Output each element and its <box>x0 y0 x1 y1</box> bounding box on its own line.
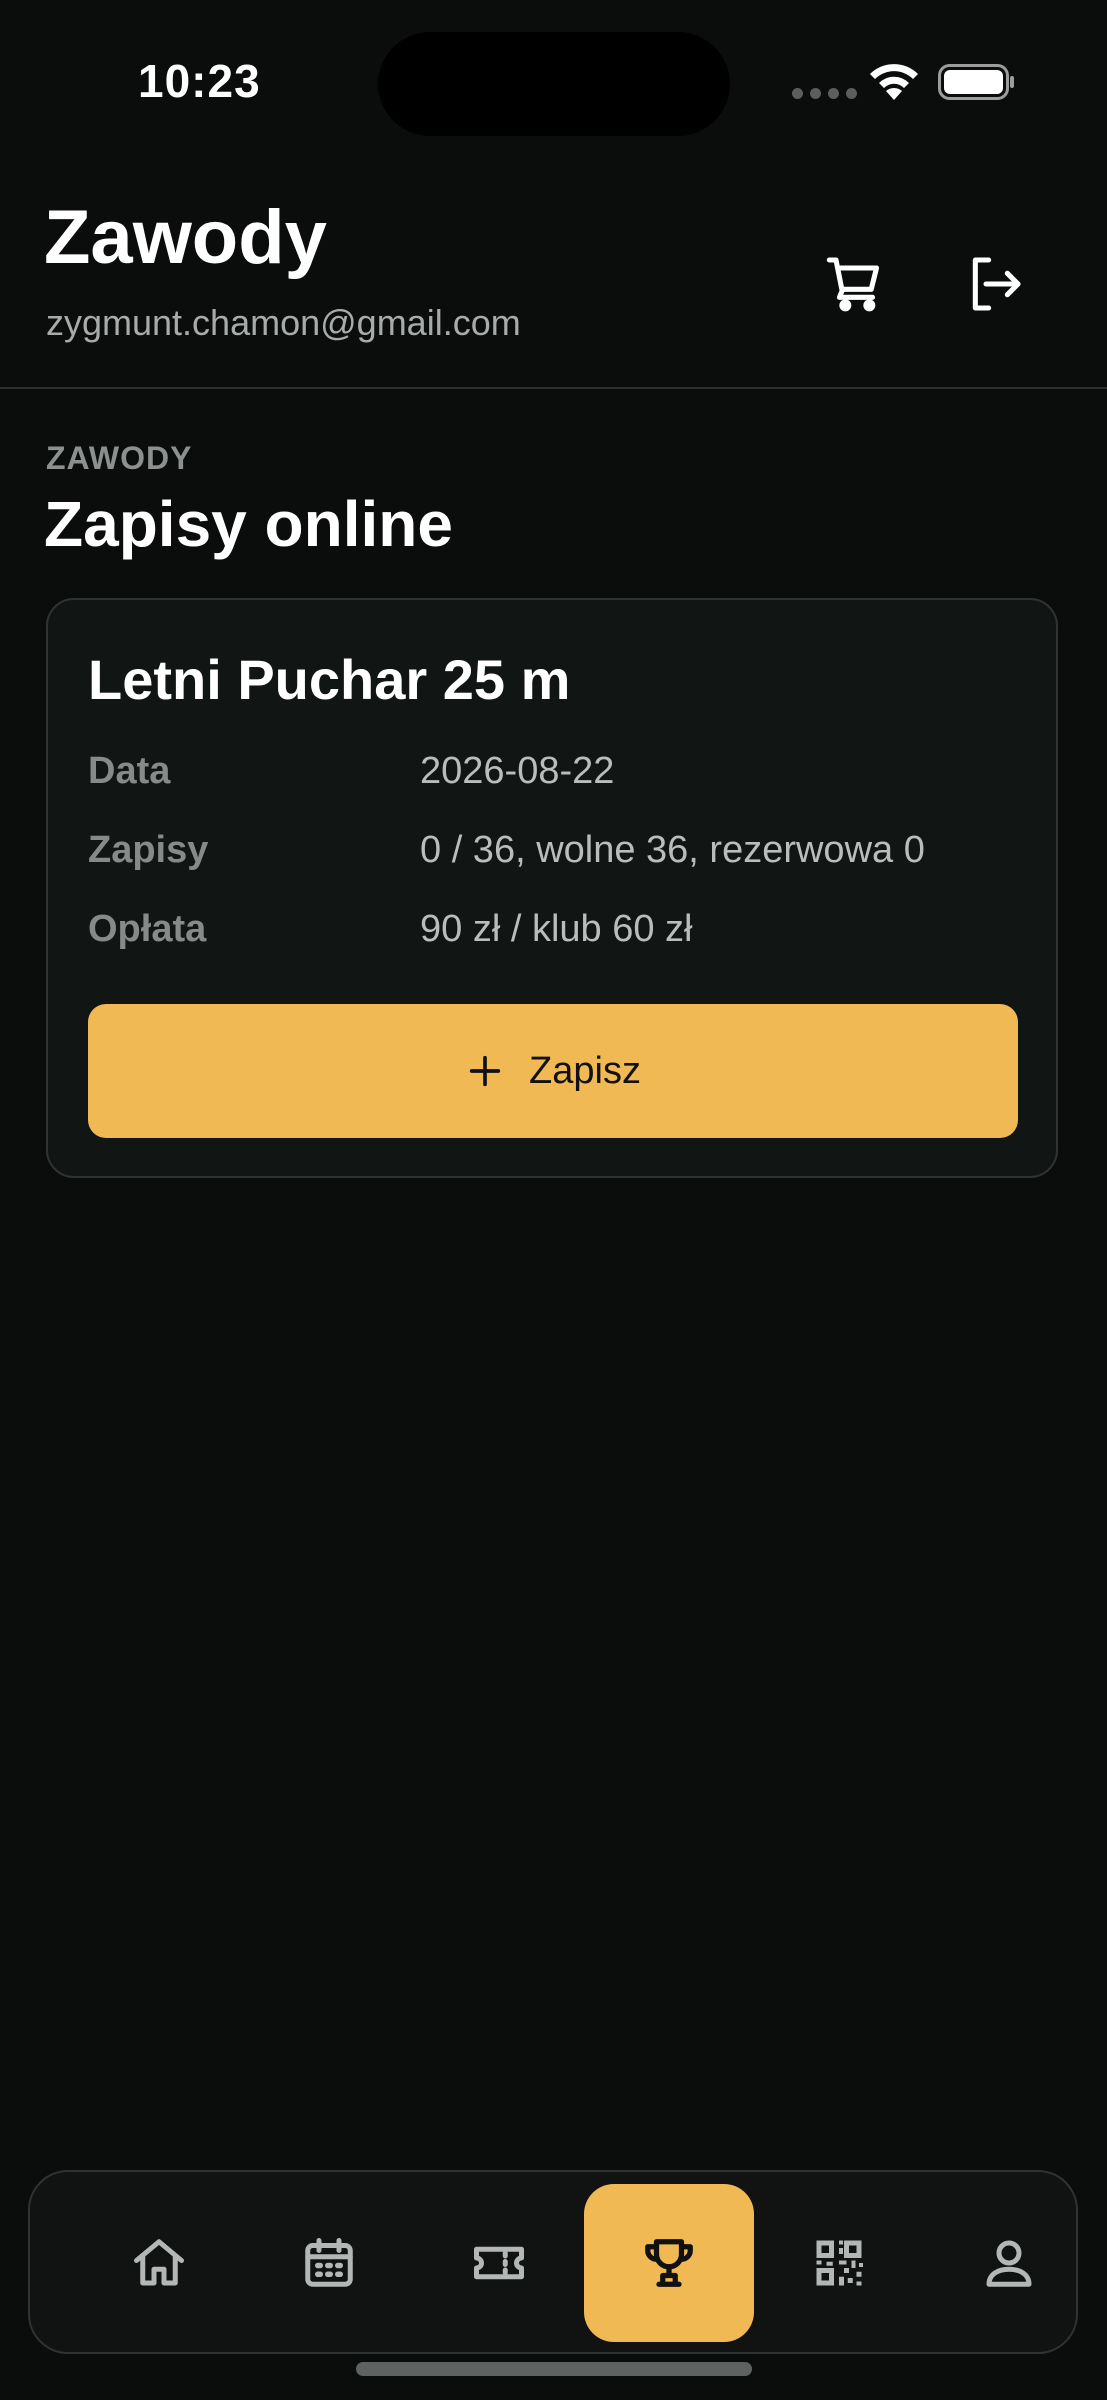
tab-competitions[interactable] <box>584 2184 754 2342</box>
info-label: Zapisy <box>88 829 209 871</box>
user-email: zygmunt.chamon@gmail.com <box>46 302 521 343</box>
event-card: Letni Puchar 25 m Data 2026-08-22 Zapisy… <box>46 598 1058 1178</box>
plus-icon <box>469 1055 501 1087</box>
tab-bar <box>28 2170 1078 2354</box>
battery-icon <box>938 64 1014 100</box>
cart-icon <box>826 257 880 312</box>
calendar-icon <box>305 2238 353 2287</box>
info-label: Opłata <box>88 908 207 950</box>
cellular-signal-icon <box>792 88 857 99</box>
logout-button[interactable] <box>946 236 1042 332</box>
signup-button[interactable]: Zapisz <box>88 1004 1018 1138</box>
qr-code-icon <box>816 2240 863 2286</box>
ticket-icon <box>474 2246 524 2280</box>
info-row-registrations: Zapisy 0 / 36, wolne 36, rezerwowa 0 <box>88 829 1018 879</box>
app-header: Zawody zygmunt.chamon@gmail.com <box>0 180 1107 389</box>
home-icon <box>134 2239 184 2286</box>
section-title: Zapisy online <box>44 488 453 560</box>
status-bar: 10:23 <box>0 0 1107 150</box>
info-value: 90 zł / klub 60 zł <box>420 908 693 950</box>
logout-icon <box>972 257 1021 311</box>
wifi-icon <box>870 64 918 100</box>
signup-button-label: Zapisz <box>529 1049 641 1092</box>
event-name: Letni Puchar 25 m <box>88 648 571 711</box>
trophy-icon <box>645 2239 693 2287</box>
status-time: 10:23 <box>138 55 261 107</box>
tab-home[interactable] <box>74 2184 244 2342</box>
info-value: 0 / 36, wolne 36, rezerwowa 0 <box>420 829 925 871</box>
tab-profile[interactable] <box>924 2184 1094 2342</box>
info-label: Data <box>88 750 171 792</box>
tab-calendar[interactable] <box>244 2184 414 2342</box>
tab-tickets[interactable] <box>414 2184 584 2342</box>
cart-button[interactable] <box>808 236 904 332</box>
user-icon <box>986 2240 1032 2287</box>
info-value: 2026-08-22 <box>420 750 615 792</box>
info-row-fee: Opłata 90 zł / klub 60 zł <box>88 908 1018 958</box>
tab-qr-code[interactable] <box>754 2184 924 2342</box>
info-row-date: Data 2026-08-22 <box>88 750 1018 800</box>
home-indicator <box>356 2362 752 2376</box>
page-title: Zawody <box>44 195 327 280</box>
dynamic-island <box>378 32 730 136</box>
section-eyebrow: ZAWODY <box>46 440 193 476</box>
